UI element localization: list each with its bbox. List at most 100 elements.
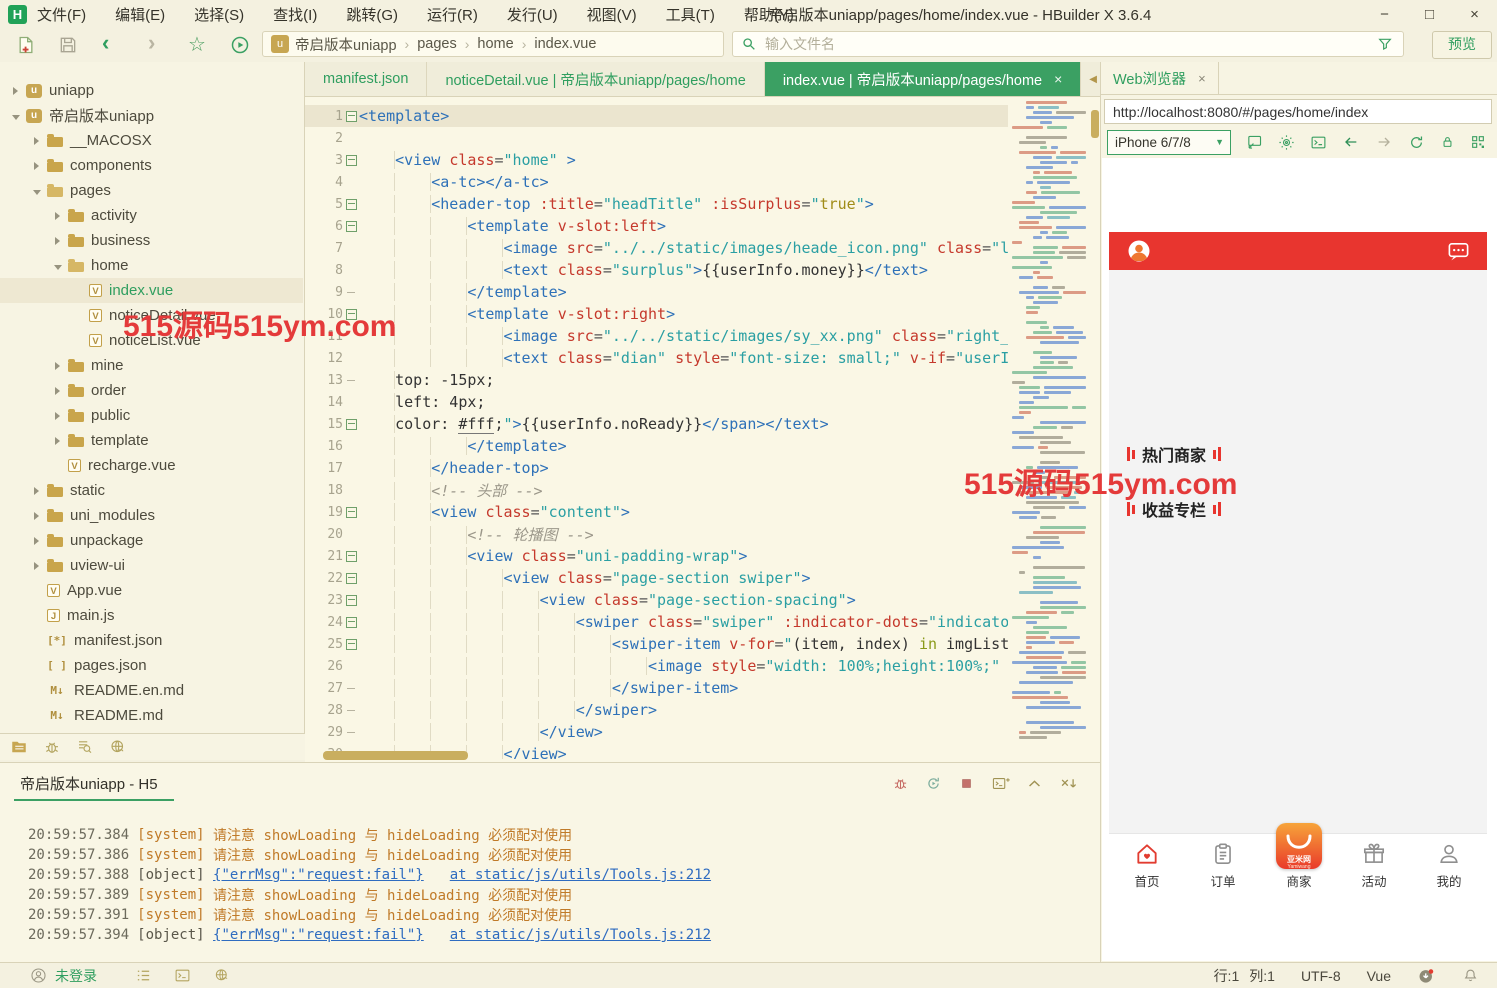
breadcrumb-item[interactable]: 帝启版本uniapp <box>295 34 397 55</box>
code-line-9[interactable]: 9 </template> <box>305 281 1008 303</box>
code-line-2[interactable]: 2 <box>305 127 1008 149</box>
breadcrumb[interactable]: u 帝启版本uniapp›pages›home›index.vue <box>262 31 724 57</box>
code-line-28[interactable]: 28 </swiper> <box>305 699 1008 721</box>
tab-bar-item-商家[interactable]: 商家 <box>1269 841 1329 890</box>
terminal-status-icon[interactable] <box>174 967 191 984</box>
menu-选择S[interactable]: 选择(S) <box>194 4 244 25</box>
web-browser-tab[interactable]: Web浏览器 × <box>1101 62 1219 95</box>
clear-console-icon[interactable] <box>1059 775 1078 792</box>
fold-marker-icon[interactable] <box>343 155 359 166</box>
debug-console-icon[interactable] <box>892 775 909 792</box>
fold-marker-icon[interactable] <box>343 111 359 122</box>
message-chat-icon[interactable] <box>1446 240 1471 263</box>
tree-item-components[interactable]: components <box>0 153 303 178</box>
code-line-14[interactable]: 14 left: 4px; <box>305 391 1008 413</box>
tree-item-main.js[interactable]: Jmain.js <box>0 603 303 628</box>
code-line-10[interactable]: 10 <template v-slot:right> <box>305 303 1008 325</box>
breadcrumb-item[interactable]: home <box>477 36 513 52</box>
filter-funnel-icon[interactable] <box>1377 36 1393 52</box>
forward-icon[interactable]: › <box>148 30 155 56</box>
horizontal-scrollbar[interactable] <box>323 751 468 760</box>
code-line-13[interactable]: 13 top: -15px; <box>305 369 1008 391</box>
minimize-button[interactable]: − <box>1362 6 1407 23</box>
code-line-20[interactable]: 20 <!-- 轮播图 --> <box>305 523 1008 545</box>
url-bar[interactable]: http://localhost:8080/#/pages/home/index <box>1104 99 1492 124</box>
web-service-icon[interactable] <box>213 967 231 984</box>
tree-item-noticeList.vue[interactable]: VnoticeList.vue <box>0 328 303 353</box>
language-mode[interactable]: Vue <box>1367 968 1391 984</box>
tree-item-__MACOSX[interactable]: __MACOSX <box>0 128 303 153</box>
fold-marker-icon[interactable] <box>343 639 359 650</box>
file-search-box[interactable] <box>732 31 1404 57</box>
tree-item-public[interactable]: public <box>0 403 303 428</box>
search-input[interactable] <box>763 35 1377 53</box>
update-download-icon[interactable] <box>1417 967 1436 985</box>
code-line-22[interactable]: 22 <view class="page-section swiper"> <box>305 567 1008 589</box>
code-line-7[interactable]: 7 <image src="../../static/images/heade_… <box>305 237 1008 259</box>
code-line-11[interactable]: 11 <image src="../../static/images/sy_xx… <box>305 325 1008 347</box>
tree-item-uniapp[interactable]: uuniapp <box>0 78 303 103</box>
refresh-icon[interactable] <box>1408 134 1425 151</box>
code-line-4[interactable]: 4 <a-tc></a-tc> <box>305 171 1008 193</box>
account-icon[interactable] <box>30 967 47 984</box>
tree-item-README.md[interactable]: M↓README.md <box>0 703 303 728</box>
code-line-6[interactable]: 6 <template v-slot:left> <box>305 215 1008 237</box>
settings-gear-icon[interactable] <box>1278 134 1295 151</box>
avatar[interactable] <box>1127 239 1151 263</box>
code-line-26[interactable]: 26 <image style="width: 100%;height:100%… <box>305 655 1008 677</box>
code-line-18[interactable]: 18 <!-- 头部 --> <box>305 479 1008 501</box>
login-status[interactable]: 未登录 <box>55 966 97 986</box>
menu-文件F[interactable]: 文件(F) <box>37 4 86 25</box>
editor-tab[interactable]: manifest.json <box>305 62 427 96</box>
restart-icon[interactable] <box>925 775 942 792</box>
tree-item-business[interactable]: business <box>0 228 303 253</box>
editor-tab[interactable]: index.vue | 帝启版本uniapp/pages/home× <box>765 62 1081 96</box>
console-source-link[interactable]: at static/js/utils/Tools.js:212 <box>450 867 711 883</box>
code-line-5[interactable]: 5 <header-top :title="headTitle" :isSurp… <box>305 193 1008 215</box>
tab-bar-item-我的[interactable]: 我的 <box>1419 841 1479 890</box>
vertical-scrollbar[interactable] <box>1091 110 1099 138</box>
tree-item-manifest.json[interactable]: [*]manifest.json <box>0 628 303 653</box>
devtools-console-icon[interactable] <box>1310 134 1327 151</box>
device-selector[interactable]: iPhone 6/7/8 ▼ <box>1107 130 1231 155</box>
code-line-25[interactable]: 25 <swiper-item v-for="(item, index) in … <box>305 633 1008 655</box>
outline-list-icon[interactable] <box>135 967 152 984</box>
star-icon[interactable]: ☆ <box>188 32 206 57</box>
menu-编辑E[interactable]: 编辑(E) <box>115 4 165 25</box>
fold-marker-icon[interactable] <box>343 573 359 584</box>
tab-bar-item-首页[interactable]: 首页 <box>1117 841 1177 890</box>
menu-运行R[interactable]: 运行(R) <box>427 4 478 25</box>
code-area[interactable]: 1<template>23 <view class="home" >4 <a-t… <box>305 97 1008 759</box>
tab-bar-item-订单[interactable]: 订单 <box>1193 841 1253 890</box>
console-object-link[interactable]: {"errMsg":"request:fail"} <box>213 867 424 883</box>
close-button[interactable]: × <box>1452 6 1497 23</box>
code-line-8[interactable]: 8 <text class="surplus">{{userInfo.money… <box>305 259 1008 281</box>
tree-item-uni_modules[interactable]: uni_modules <box>0 503 303 528</box>
notification-bell-icon[interactable] <box>1462 967 1479 984</box>
tree-item-static[interactable]: static <box>0 478 303 503</box>
menu-视图V[interactable]: 视图(V) <box>587 4 637 25</box>
code-line-3[interactable]: 3 <view class="home" > <box>305 149 1008 171</box>
console-tab[interactable]: 帝启版本uniapp - H5 <box>20 773 158 794</box>
tree-item-mine[interactable]: mine <box>0 353 303 378</box>
lock-icon[interactable] <box>1440 134 1455 150</box>
code-line-19[interactable]: 19 <view class="content"> <box>305 501 1008 523</box>
maximize-button[interactable]: □ <box>1407 6 1452 23</box>
tree-item-unpackage[interactable]: unpackage <box>0 528 303 553</box>
menu-跳转G[interactable]: 跳转(G) <box>346 4 398 25</box>
nav-forward-icon[interactable] <box>1375 134 1393 150</box>
qr-code-icon[interactable] <box>1470 134 1486 150</box>
fold-marker-icon[interactable] <box>343 221 359 232</box>
code-line-29[interactable]: 29 </view> <box>305 721 1008 743</box>
collapse-console-icon[interactable] <box>1026 775 1043 792</box>
tab-close-icon[interactable]: × <box>1054 71 1062 87</box>
fold-marker-icon[interactable] <box>343 617 359 628</box>
code-line-24[interactable]: 24 <swiper class="swiper" :indicator-dot… <box>305 611 1008 633</box>
preview-button[interactable]: 预览 <box>1432 31 1492 59</box>
code-line-15[interactable]: 15 color: #fff;">{{userInfo.noReady}}</s… <box>305 413 1008 435</box>
back-icon[interactable]: ‹ <box>102 30 109 56</box>
tree-item-App.vue[interactable]: VApp.vue <box>0 578 303 603</box>
menu-查找I[interactable]: 查找(I) <box>273 4 317 25</box>
console-source-link[interactable]: at static/js/utils/Tools.js:212 <box>450 927 711 943</box>
tree-item-index.vue[interactable]: Vindex.vue <box>0 278 303 303</box>
